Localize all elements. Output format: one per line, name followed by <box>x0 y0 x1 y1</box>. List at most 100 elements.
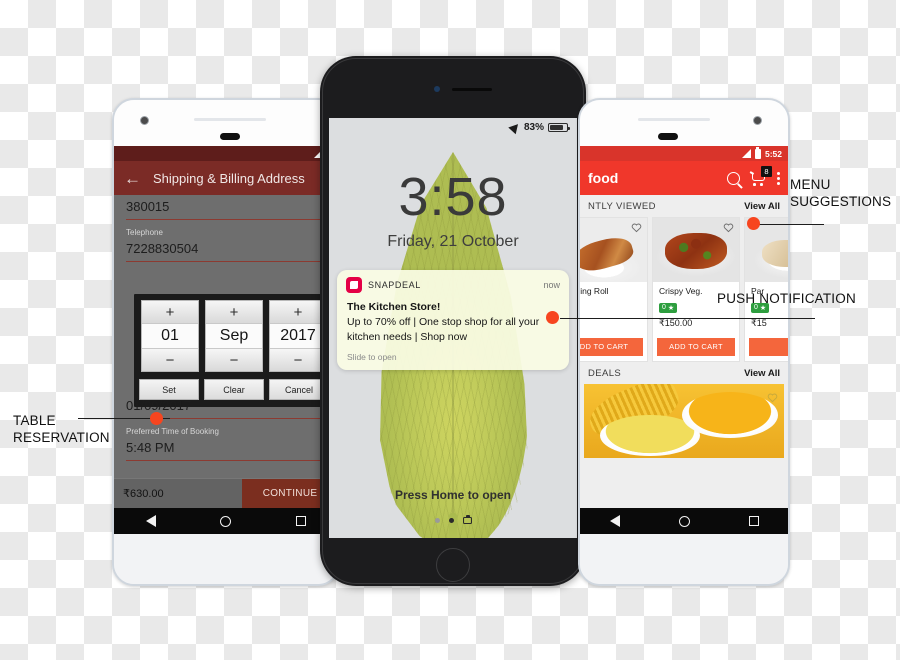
page-dot-active[interactable] <box>448 518 454 523</box>
plus-icon[interactable]: + <box>270 301 326 323</box>
callout-marker-table <box>150 412 163 425</box>
callout-line-1: TABLE <box>13 413 56 428</box>
callout-menu-suggestions: MENU SUGGESTIONS <box>790 176 891 211</box>
add-to-cart-button[interactable] <box>749 337 788 356</box>
day-spinner[interactable]: + 01 − <box>141 300 199 372</box>
heart-outline-icon[interactable] <box>767 390 778 408</box>
pincode-field[interactable]: 380015 <box>126 195 326 219</box>
signal-triangle-icon <box>741 149 751 158</box>
month-spinner[interactable]: + Sep − <box>205 300 263 372</box>
plus-icon[interactable]: + <box>142 301 198 323</box>
section-title: NTLY VIEWED <box>588 201 656 212</box>
sensor-cutout <box>220 133 240 140</box>
recently-viewed-header: NTLY VIEWED View All <box>580 195 788 217</box>
push-notification-banner[interactable]: SNAPDEAL now The Kitchen Store! Up to 70… <box>337 270 569 370</box>
day-value: 01 <box>142 323 198 349</box>
add-to-cart-button[interactable]: ADD TO CART <box>657 337 735 356</box>
left-phone-top-bezel <box>114 100 338 146</box>
nav-recents-icon[interactable] <box>295 516 306 526</box>
callout-push-notification: PUSH NOTIFICATION <box>717 291 856 306</box>
left-phone-device: ← Shipping & Billing Address 380015 Tele… <box>112 98 340 586</box>
ios-lock-screen: 83% 3:58 Friday, 21 October SNAPDEAL now… <box>329 118 577 538</box>
left-phone-screen: ← Shipping & Billing Address 380015 Tele… <box>114 146 338 534</box>
search-icon[interactable] <box>727 171 740 185</box>
notification-app-name: SNAPDEAL <box>368 280 421 290</box>
add-to-cart-button[interactable]: DD TO CART <box>580 337 643 356</box>
callout-line-2: SUGGESTIONS <box>790 194 892 210</box>
field-underline <box>126 460 326 461</box>
cart-icon[interactable]: 8 <box>749 165 772 186</box>
cart-badge: 8 <box>761 165 772 177</box>
product-image <box>653 218 739 282</box>
product-price: ₹15 <box>751 317 767 328</box>
location-arrow-icon <box>508 120 522 135</box>
time-field[interactable]: 5:48 PM <box>126 436 326 460</box>
earpiece-speaker <box>638 118 710 121</box>
battery-icon <box>548 123 570 132</box>
callout-marker-menu <box>747 217 760 230</box>
notification-line-1: Up to 70% off | One stop shop for all yo… <box>347 316 540 329</box>
callout-leader-push <box>560 318 815 319</box>
nav-home-icon[interactable] <box>220 515 232 527</box>
camera-icon[interactable] <box>462 515 472 524</box>
rating-badge: 0 ★ <box>659 302 678 313</box>
order-total: ₹630.00 <box>123 488 164 500</box>
plus-icon[interactable]: + <box>206 301 262 323</box>
home-button[interactable] <box>436 548 470 582</box>
right-navigation-bar <box>580 508 788 534</box>
right-phone-bottom-bezel <box>580 534 788 584</box>
slide-to-open-hint[interactable]: Slide to open <box>337 349 569 370</box>
view-all-link[interactable]: View All <box>744 201 780 212</box>
left-appbar: ← Shipping & Billing Address <box>114 161 338 195</box>
battery-percent: 83% <box>523 122 544 133</box>
heart-outline-icon[interactable] <box>631 222 642 233</box>
lock-screen-date: Friday, 21 October <box>387 233 519 250</box>
year-value: 2017 <box>270 323 326 349</box>
deal-banner[interactable] <box>584 383 784 458</box>
right-status-bar: 5:52 <box>580 146 788 161</box>
callout-line-2: RESERVATION <box>13 430 110 446</box>
earpiece-speaker <box>452 88 492 91</box>
food-app-appbar: food 8 <box>580 161 788 195</box>
nav-back-icon[interactable] <box>609 515 620 527</box>
booking-section: 01/09/2017 Preferred Time of Booking 5:4… <box>114 394 338 461</box>
month-value: Sep <box>206 323 262 349</box>
star-icon: ★ <box>667 304 675 312</box>
product-price: ₹150.00 <box>659 317 693 328</box>
cart-wheel <box>760 182 763 186</box>
nav-home-icon[interactable] <box>678 515 690 527</box>
status-time: 5:52 <box>764 148 782 159</box>
snapdeal-logo-icon <box>346 277 362 293</box>
corn-bowl-photo <box>682 392 778 439</box>
notification-body: The Kitchen Store! Up to 70% off | One s… <box>337 298 569 349</box>
lock-screen-clock: 3:58 <box>398 167 508 227</box>
earpiece-speaker <box>194 118 266 121</box>
back-arrow-icon[interactable]: ← <box>124 170 141 187</box>
cart-wheel <box>753 182 756 186</box>
notification-line-2: kitchen needs | Shop now <box>347 331 468 344</box>
year-spinner[interactable]: + 2017 − <box>269 300 327 372</box>
more-vertical-icon[interactable] <box>777 171 780 185</box>
product-price: .00 <box>580 312 641 322</box>
page-dot[interactable] <box>434 518 440 523</box>
heart-outline-icon[interactable] <box>723 222 734 233</box>
nav-recents-icon[interactable] <box>748 516 759 526</box>
minus-icon[interactable]: − <box>206 349 262 371</box>
sensor-cutout <box>658 133 678 140</box>
minus-icon[interactable]: − <box>270 349 326 371</box>
date-picker-dialog[interactable]: + 01 − + Sep − + 2017 − Set Clear Cancel <box>134 294 334 407</box>
right-phone-screen: 5:52 food 8 NTLY VIEWED View All ing Rol… <box>580 146 788 534</box>
screenshot-stage: ← Shipping & Billing Address 380015 Tele… <box>0 0 900 660</box>
left-status-bar <box>114 146 338 161</box>
notification-time: now <box>543 280 560 290</box>
front-camera-icon <box>753 116 762 125</box>
view-all-link[interactable]: View All <box>744 368 780 379</box>
product-card[interactable]: Spring Roll .00 DD TO CART <box>580 217 648 362</box>
battery-icon <box>754 146 761 159</box>
minus-icon[interactable]: − <box>142 349 198 371</box>
nav-back-icon[interactable] <box>146 515 157 527</box>
telephone-field[interactable]: 7228830504 <box>126 237 326 261</box>
callout-leader-menu <box>758 224 824 225</box>
section-title: DEALS <box>588 367 622 379</box>
page-title: Shipping & Billing Address <box>153 170 305 186</box>
